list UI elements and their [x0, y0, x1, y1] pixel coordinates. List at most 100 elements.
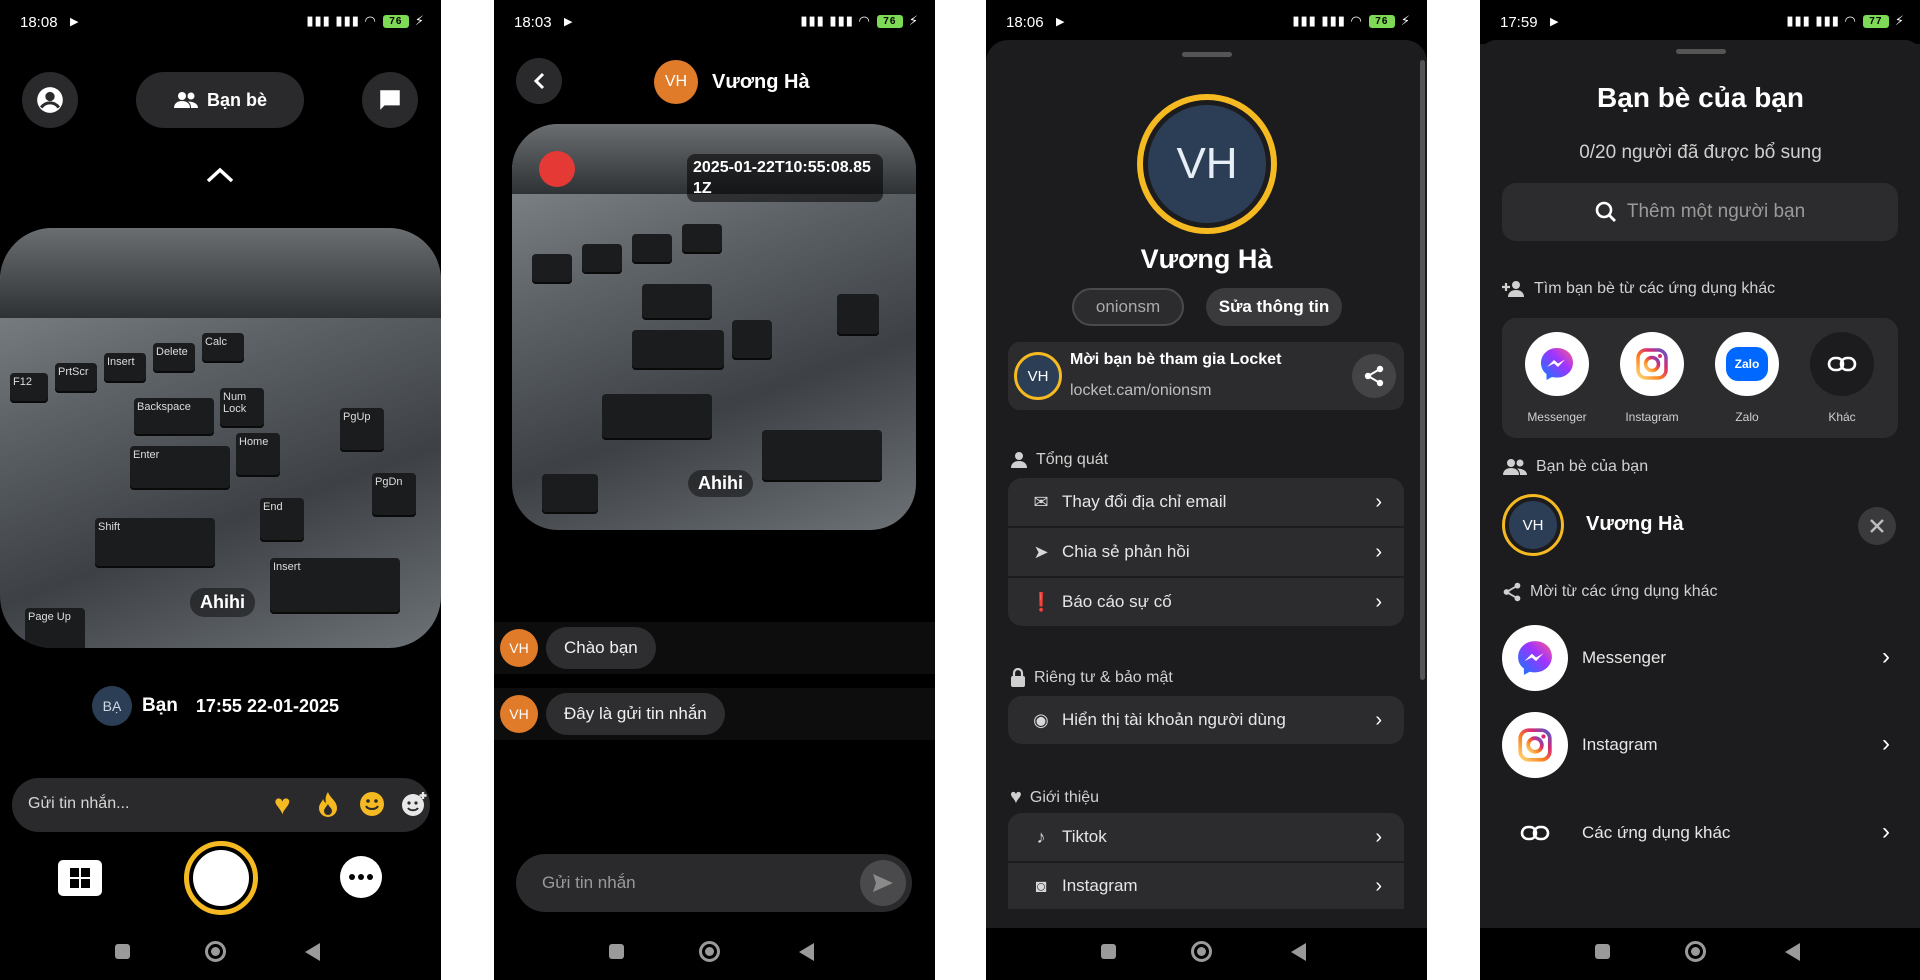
menu-item-change-email[interactable]: ✉ Thay đổi địa chỉ email ›: [1008, 478, 1404, 526]
sheet-handle[interactable]: [1676, 49, 1726, 54]
avatar: BẠ: [92, 686, 132, 726]
friends-button-label: Bạn bè: [206, 89, 267, 110]
profile-button[interactable]: [22, 72, 78, 128]
section-privacy: Riêng tư & bảo mật: [1010, 668, 1173, 688]
username-badge[interactable]: onionsm: [1072, 288, 1184, 326]
home-icon[interactable]: [1685, 941, 1706, 962]
message-input[interactable]: Gửi tin nhắn: [516, 854, 912, 912]
share-button[interactable]: [1352, 354, 1396, 398]
status-icons: ▮▮▮ ▮▮▮ ◠ 76 ⚡: [1292, 13, 1411, 29]
heart-reaction-icon[interactable]: ♥: [274, 789, 291, 821]
avatar: VH: [1502, 494, 1564, 556]
status-time: 18:06: [1006, 14, 1044, 31]
heart-icon: ♥: [1010, 786, 1022, 808]
camera-screen: 18:08 ▶ ▮▮▮ ▮▮▮ ◠ 76 ⚡ Bạn bè F12 PrtScr I…: [0, 0, 441, 980]
messenger-app-icon: [1502, 625, 1568, 691]
back-icon[interactable]: [1785, 943, 1800, 961]
menu-item-report[interactable]: ❗ Báo cáo sự cố ›: [1008, 578, 1404, 626]
back-icon[interactable]: [799, 943, 814, 961]
invite-messenger[interactable]: Messenger ›: [1502, 625, 1902, 691]
menu-item-tiktok[interactable]: ♪ Tiktok ›: [1008, 813, 1404, 861]
sheet-handle[interactable]: [1182, 52, 1232, 57]
add-emoji-icon[interactable]: [400, 790, 428, 823]
invite-other-apps[interactable]: Các ứng dụng khác ›: [1502, 800, 1902, 866]
account-icon: [37, 87, 63, 113]
invite-item-label: Messenger: [1582, 648, 1667, 667]
menu-item-instagram[interactable]: ◙ Instagram ›: [1008, 863, 1404, 909]
scrollbar[interactable]: [1420, 60, 1425, 680]
send-button[interactable]: [860, 860, 906, 906]
section-label: Bạn bè của bạn: [1536, 458, 1649, 475]
messages-button[interactable]: [362, 72, 418, 128]
section-label: Giới thiệu: [1029, 788, 1100, 806]
message-row: VH Chào bạn: [494, 622, 935, 674]
author-name: Bạn: [142, 695, 178, 716]
eye-icon: ◉: [1033, 709, 1049, 730]
invite-instagram[interactable]: Instagram ›: [1502, 712, 1902, 778]
message-input-bar[interactable]: Gửi tin nhắn... ♥: [12, 778, 430, 832]
menu-item-feedback[interactable]: ➤ Chia sẻ phản hồi ›: [1008, 528, 1404, 576]
recents-icon[interactable]: [1101, 944, 1116, 959]
message-bubble[interactable]: Đây là gửi tin nhắn: [546, 693, 725, 735]
charging-icon: ⚡: [1894, 13, 1905, 28]
app-instagram[interactable]: [1620, 332, 1684, 396]
home-icon[interactable]: [205, 941, 226, 962]
key: Num Lock: [220, 388, 264, 428]
back-icon[interactable]: [1291, 943, 1306, 961]
chevron-right-icon: ›: [1882, 818, 1890, 845]
play-icon: ▶: [564, 16, 573, 28]
invite-title: Mời bạn bè tham gia Locket: [1070, 351, 1282, 368]
instagram-app-icon: [1502, 712, 1568, 778]
record-indicator-icon: [539, 151, 575, 187]
key: Home: [236, 433, 280, 477]
edit-profile-button[interactable]: Sửa thông tin: [1206, 288, 1342, 326]
messenger-icon: [1518, 641, 1552, 675]
fire-reaction-icon[interactable]: [316, 790, 340, 823]
battery-icon: 76: [382, 14, 409, 28]
friends-button[interactable]: Bạn bè: [136, 72, 304, 128]
avatar: VH: [500, 629, 538, 667]
invite-card[interactable]: VH Mời bạn bè tham gia Locket locket.cam…: [1008, 342, 1404, 410]
shared-photo[interactable]: 2025-01-22T10:55:08.851Z Ahihi: [512, 124, 916, 530]
section-label: Riêng tư & bảo mật: [1034, 669, 1173, 686]
link-icon: [1520, 825, 1550, 841]
app-other[interactable]: [1810, 332, 1874, 396]
remove-friend-button[interactable]: [1858, 507, 1896, 545]
app-zalo[interactable]: Zalo: [1715, 332, 1779, 396]
lock-icon: [1011, 668, 1025, 687]
search-input[interactable]: Thêm một người bạn: [1502, 183, 1898, 241]
smile-reaction-icon[interactable]: [358, 790, 386, 823]
status-icons: ▮▮▮ ▮▮▮ ◠ 77 ⚡: [1786, 13, 1905, 29]
profile-avatar[interactable]: VH: [1137, 94, 1277, 234]
app-messenger[interactable]: [1525, 332, 1589, 396]
recents-icon[interactable]: [609, 944, 624, 959]
back-icon[interactable]: [305, 943, 320, 961]
shutter-button[interactable]: [184, 841, 258, 915]
chevron-right-icon: ›: [1882, 730, 1890, 757]
home-icon[interactable]: [699, 941, 720, 962]
chevron-up-icon[interactable]: [205, 160, 235, 191]
status-time: 18:03: [514, 14, 552, 31]
chevron-right-icon: ›: [1882, 643, 1890, 670]
message-bubble[interactable]: Chào bạn: [546, 627, 656, 669]
friend-name: Vương Hà: [1586, 513, 1684, 535]
status-bar: 18:08 ▶ ▮▮▮ ▮▮▮ ◠ 76 ⚡: [0, 0, 441, 44]
more-icon[interactable]: [340, 856, 382, 898]
add-person-icon: [1502, 281, 1524, 297]
section-invite: Mời từ các ứng dụng khác: [1502, 582, 1718, 602]
recents-icon[interactable]: [1595, 944, 1610, 959]
grid-icon[interactable]: [58, 860, 102, 896]
message-input-placeholder: Gửi tin nhắn: [542, 873, 636, 892]
home-icon[interactable]: [1191, 941, 1212, 962]
play-icon: ▶: [1056, 16, 1065, 28]
menu-item-label: Báo cáo sự cố: [1062, 592, 1172, 611]
menu-item-account-visibility[interactable]: ◉ Hiển thị tài khoản người dùng ›: [1008, 696, 1404, 744]
charging-icon: ⚡: [908, 13, 919, 28]
friend-row[interactable]: VH Vương Hà: [1502, 494, 1902, 556]
key: Insert: [104, 353, 146, 383]
share-icon: [1503, 582, 1521, 602]
recents-icon[interactable]: [115, 944, 130, 959]
menu-item-label: Tiktok: [1062, 827, 1107, 846]
messenger-icon: [1541, 348, 1573, 380]
back-button[interactable]: [516, 58, 562, 104]
